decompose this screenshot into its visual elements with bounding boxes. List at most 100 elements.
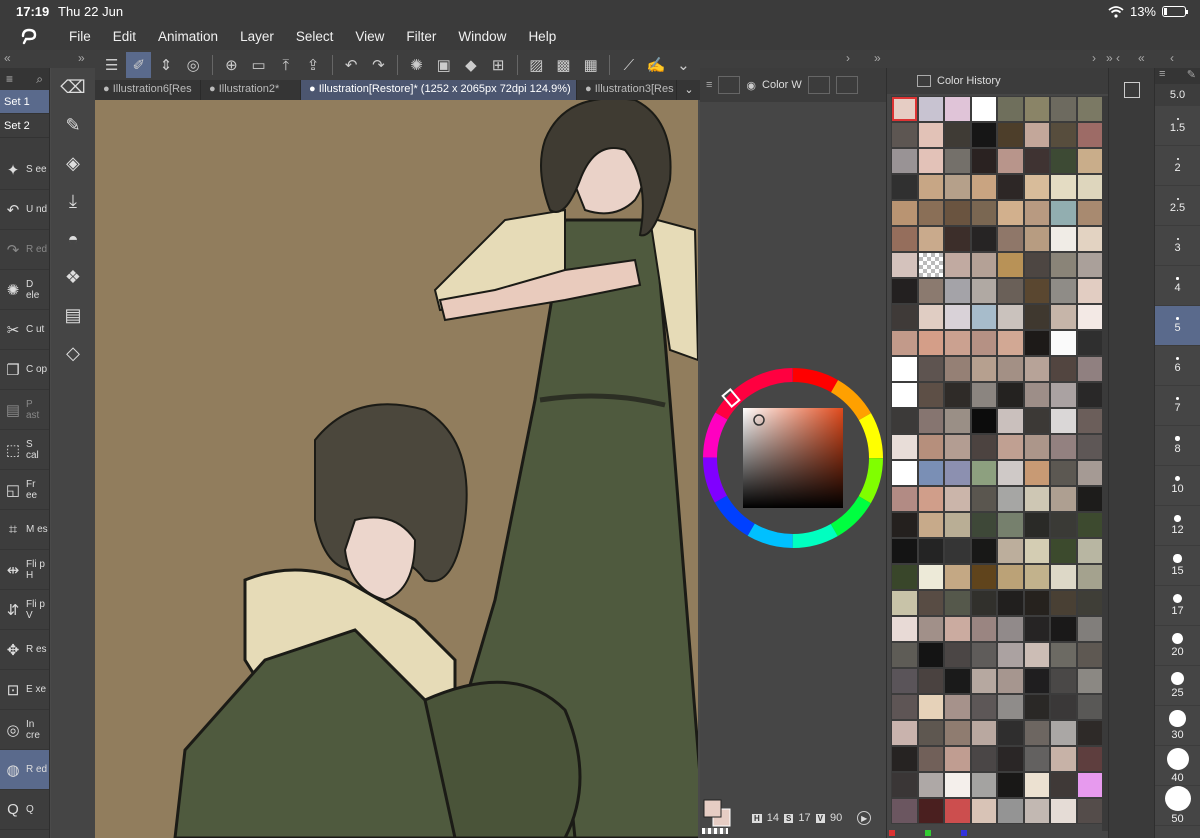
brush-size-option[interactable]: 5 (1155, 306, 1200, 346)
quick-tool-flip-h[interactable]: ⇹ Fli p H (0, 550, 49, 590)
color-swatch[interactable] (1050, 278, 1077, 304)
color-swatch[interactable] (970, 226, 997, 252)
color-swatch[interactable] (891, 96, 918, 122)
brush-size-option[interactable]: 3 (1155, 226, 1200, 266)
color-swatch[interactable] (917, 564, 944, 590)
color-swatch[interactable] (891, 590, 918, 616)
color-swatch[interactable] (917, 408, 944, 434)
color-swatch[interactable] (917, 642, 944, 668)
color-swatch[interactable] (1050, 200, 1077, 226)
color-swatch[interactable] (1023, 668, 1050, 694)
color-swatch[interactable] (997, 408, 1024, 434)
color-swatch[interactable] (997, 564, 1024, 590)
quick-tool-mesh[interactable]: ⌗ M es (0, 510, 49, 550)
color-swatch[interactable] (891, 408, 918, 434)
brush-size-option[interactable]: 15 (1155, 546, 1200, 586)
color-swatch[interactable] (917, 200, 944, 226)
color-swatch[interactable] (891, 122, 918, 148)
color-swatch[interactable] (917, 720, 944, 746)
color-swatch[interactable] (891, 798, 918, 824)
color-swatch[interactable] (1050, 408, 1077, 434)
color-swatch[interactable] (944, 746, 971, 772)
navigator-icon[interactable] (1124, 82, 1140, 98)
quick-tool-undo[interactable]: ↶ U nd (0, 190, 49, 230)
color-swatch[interactable] (997, 200, 1024, 226)
double-chevron-icon-3[interactable]: « (1138, 51, 1145, 65)
color-swatch[interactable] (944, 382, 971, 408)
color-swatch[interactable] (1023, 174, 1050, 200)
color-swatch[interactable] (997, 356, 1024, 382)
brush-size-option[interactable]: 10 (1155, 466, 1200, 506)
mask-icon[interactable]: ▦ (578, 52, 603, 78)
color-swatch[interactable] (1076, 226, 1103, 252)
chevron-right-icon[interactable]: › (846, 51, 850, 65)
brush-size-option[interactable]: 6 (1155, 346, 1200, 386)
color-swatch[interactable] (891, 746, 918, 772)
brush-size-option[interactable]: 4 (1155, 266, 1200, 306)
hamburger-menu-icon[interactable]: ☰ (99, 52, 124, 78)
color-swatch[interactable] (1076, 434, 1103, 460)
color-swatch[interactable] (970, 174, 997, 200)
tab-illustration-restore[interactable]: ● Illustration[Restore]* (1252 x 2065px … (301, 80, 577, 100)
layers-icon[interactable]: ◇ (51, 334, 95, 372)
color-swatch[interactable] (917, 304, 944, 330)
color-swatch[interactable] (1023, 304, 1050, 330)
color-swatch[interactable] (1050, 642, 1077, 668)
color-swatch[interactable] (970, 694, 997, 720)
color-swatch[interactable] (891, 564, 918, 590)
color-swatch[interactable] (944, 460, 971, 486)
quick-tool-copy[interactable]: ❐ C op (0, 350, 49, 390)
color-swatch[interactable] (1023, 486, 1050, 512)
color-swatch[interactable] (1050, 668, 1077, 694)
color-swatch[interactable] (1076, 668, 1103, 694)
color-swatch[interactable] (944, 590, 971, 616)
color-swatch[interactable] (970, 122, 997, 148)
color-swatch[interactable] (970, 642, 997, 668)
color-swatch[interactable] (1023, 200, 1050, 226)
color-swatch[interactable] (917, 694, 944, 720)
brush-size-option[interactable]: 40 (1155, 746, 1200, 786)
color-swatch[interactable] (970, 668, 997, 694)
brush-size-option[interactable]: 7 (1155, 386, 1200, 426)
color-swatch[interactable] (917, 330, 944, 356)
color-swatch[interactable] (917, 382, 944, 408)
color-swatch[interactable] (970, 798, 997, 824)
color-swatch[interactable] (1023, 720, 1050, 746)
color-swatch[interactable] (1023, 746, 1050, 772)
color-swatch[interactable] (997, 434, 1024, 460)
color-swatch[interactable] (1076, 590, 1103, 616)
color-swatch[interactable] (1076, 96, 1103, 122)
color-swatch[interactable] (1076, 720, 1103, 746)
color-swatch[interactable] (891, 148, 918, 174)
color-swatch[interactable] (891, 486, 918, 512)
color-swatch[interactable] (1023, 512, 1050, 538)
color-swatch[interactable] (891, 720, 918, 746)
quick-tool-cut[interactable]: ✂ C ut (0, 310, 49, 350)
deselect-icon[interactable]: ✺ (404, 52, 429, 78)
layer-panel-icon[interactable]: ▤ (51, 296, 95, 334)
quick-tool-reset[interactable]: ✥ R es (0, 630, 49, 670)
color-swatch[interactable] (1076, 538, 1103, 564)
color-swatch[interactable] (997, 148, 1024, 174)
transform-icon[interactable]: ⊞ (486, 52, 511, 78)
color-swatch[interactable] (891, 434, 918, 460)
color-swatch[interactable] (1076, 460, 1103, 486)
color-swatch[interactable] (891, 616, 918, 642)
quick-tool-quick[interactable]: QQ (0, 790, 49, 830)
color-swatch[interactable] (944, 512, 971, 538)
chevron-right-icon-2[interactable]: › (1092, 51, 1096, 65)
color-swatch[interactable] (891, 330, 918, 356)
color-swatch[interactable] (1050, 772, 1077, 798)
color-swatch[interactable] (970, 278, 997, 304)
color-swatch[interactable] (1050, 538, 1077, 564)
color-swatch[interactable] (997, 616, 1024, 642)
intermediate-color-tab-icon[interactable] (835, 76, 858, 94)
color-swatch[interactable] (970, 512, 997, 538)
color-swatch[interactable] (997, 96, 1024, 122)
color-swatch[interactable] (1023, 278, 1050, 304)
color-swatch[interactable] (997, 226, 1024, 252)
color-swatch[interactable] (1023, 772, 1050, 798)
color-swatch[interactable] (970, 200, 997, 226)
select-all-icon[interactable]: ▨ (524, 52, 549, 78)
color-swatch[interactable] (970, 304, 997, 330)
